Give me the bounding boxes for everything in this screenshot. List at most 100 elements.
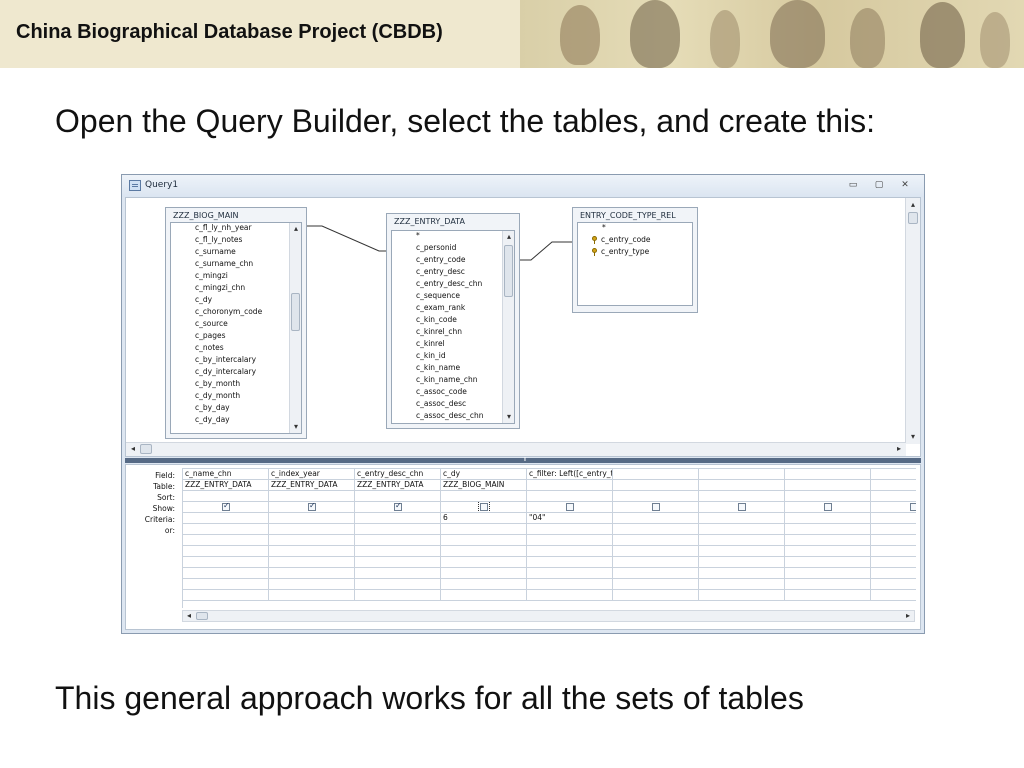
grid-cell-empty[interactable] (441, 546, 527, 557)
grid-cell-empty[interactable] (355, 568, 441, 579)
grid-cell-empty[interactable] (527, 557, 613, 568)
grid-cell-show[interactable] (785, 502, 871, 513)
field-item[interactable]: c_surname_chn (195, 259, 253, 269)
grid-cell-show[interactable] (613, 502, 699, 513)
grid-cell-empty[interactable] (441, 535, 527, 546)
grid-cell-table[interactable]: ZZZ_ENTRY_DATA (355, 480, 441, 491)
grid-horizontal-scrollbar[interactable]: ◂ ▸ (182, 610, 915, 622)
maximize-button[interactable]: ▢ (872, 179, 886, 191)
field-item-key[interactable]: c_entry_code (592, 235, 651, 245)
grid-cell-show[interactable] (699, 502, 785, 513)
grid-cell-criteria[interactable]: 6 (441, 513, 527, 524)
grid-cell-or[interactable] (613, 524, 699, 535)
scroll-up-arrow[interactable]: ▴ (503, 231, 514, 243)
grid-cell-empty[interactable] (871, 546, 916, 557)
field-list[interactable]: * c_entry_code c_entry_type (577, 222, 693, 306)
field-list-scrollbar[interactable]: ▴ ▾ (289, 223, 301, 433)
grid-cell-criteria[interactable] (183, 513, 269, 524)
field-item[interactable]: c_by_month (195, 379, 240, 389)
grid-cell-table[interactable] (871, 480, 916, 491)
grid-cell-field[interactable] (699, 469, 785, 480)
grid-cell-empty[interactable] (355, 546, 441, 557)
grid-cell-empty[interactable] (613, 535, 699, 546)
table-zzz-biog-main[interactable]: ZZZ_BIOG_MAIN c_fl_ly_nh_year c_fl_ly_no… (165, 207, 307, 439)
grid-cell-empty[interactable] (441, 579, 527, 590)
grid-cell-empty[interactable] (871, 590, 916, 601)
grid-cell-sort[interactable] (355, 491, 441, 502)
grid-cell-empty[interactable] (355, 579, 441, 590)
table-diagram-pane[interactable]: ZZZ_BIOG_MAIN c_fl_ly_nh_year c_fl_ly_no… (125, 197, 921, 457)
scroll-thumb[interactable] (140, 444, 152, 454)
show-checkbox[interactable] (566, 503, 574, 511)
grid-cell-empty[interactable] (183, 535, 269, 546)
grid-cell-table[interactable] (527, 480, 613, 491)
field-item[interactable]: c_exam_rank (416, 303, 465, 313)
grid-cell-sort[interactable] (441, 491, 527, 502)
table-entry-code-type-rel[interactable]: ENTRY_CODE_TYPE_REL * c_entry_code c_ent… (572, 207, 698, 313)
grid-cell-field[interactable] (871, 469, 916, 480)
field-item[interactable]: c_entry_desc_chn (416, 279, 482, 289)
field-item-key[interactable]: c_entry_type (592, 247, 649, 257)
grid-cell-empty[interactable] (355, 557, 441, 568)
scroll-left-arrow[interactable]: ◂ (183, 610, 195, 622)
scroll-right-arrow[interactable]: ▸ (902, 610, 914, 622)
grid-cell-empty[interactable] (699, 546, 785, 557)
grid-cell-empty[interactable] (183, 579, 269, 590)
grid-cell-field[interactable]: c_name_chn (183, 469, 269, 480)
grid-cell-or[interactable] (699, 524, 785, 535)
field-item[interactable]: c_kin_code (416, 315, 457, 325)
field-item[interactable]: c_source (195, 319, 228, 329)
grid-cell-empty[interactable] (785, 568, 871, 579)
grid-cell-or[interactable] (527, 524, 613, 535)
grid-cell-field[interactable]: c_entry_desc_chn (355, 469, 441, 480)
grid-cell-sort[interactable] (183, 491, 269, 502)
field-item[interactable]: c_by_intercalary (195, 355, 256, 365)
grid-cell-empty[interactable] (269, 557, 355, 568)
grid-cell-empty[interactable] (785, 535, 871, 546)
grid-cell-criteria[interactable] (269, 513, 355, 524)
scroll-thumb[interactable] (908, 212, 918, 224)
field-item[interactable]: c_fl_ly_notes (195, 235, 242, 245)
grid-cell-empty[interactable] (613, 546, 699, 557)
grid-cell-empty[interactable] (871, 535, 916, 546)
grid-cell-empty[interactable] (269, 579, 355, 590)
grid-cell-criteria[interactable] (613, 513, 699, 524)
grid-cell-empty[interactable] (785, 590, 871, 601)
grid-cell-or[interactable] (871, 524, 916, 535)
grid-cell-or[interactable] (183, 524, 269, 535)
grid-cell-field[interactable]: c_filter: Left([c_entry_t (527, 469, 613, 480)
field-item[interactable]: c_kinrel (416, 339, 445, 349)
field-item[interactable]: c_fl_ly_nh_year (195, 223, 252, 233)
grid-cell-table[interactable]: ZZZ_ENTRY_DATA (269, 480, 355, 491)
scroll-thumb[interactable] (196, 612, 208, 620)
field-item[interactable]: c_assoc_desc_chn (416, 411, 484, 421)
grid-cell-empty[interactable] (699, 557, 785, 568)
grid-cell-sort[interactable] (613, 491, 699, 502)
field-item[interactable]: * (602, 223, 606, 233)
scroll-up-arrow[interactable]: ▴ (907, 199, 919, 211)
show-checkbox[interactable] (394, 502, 402, 511)
grid-cell-empty[interactable] (355, 590, 441, 601)
grid-cell-empty[interactable] (441, 557, 527, 568)
grid-cell-empty[interactable] (527, 568, 613, 579)
grid-cell-empty[interactable] (441, 568, 527, 579)
grid-cell-empty[interactable] (699, 590, 785, 601)
field-item[interactable]: c_pages (195, 331, 226, 341)
show-checkbox[interactable] (308, 502, 316, 511)
field-list[interactable]: c_fl_ly_nh_year c_fl_ly_notes c_surname … (170, 222, 302, 434)
show-checkbox[interactable] (824, 503, 832, 511)
grid-cell-show[interactable] (527, 502, 613, 513)
grid-cell-empty[interactable] (269, 590, 355, 601)
pane-splitter[interactable]: ⦀ (125, 458, 921, 463)
grid-cell-table[interactable] (785, 480, 871, 491)
field-item[interactable]: c_surname (195, 247, 236, 257)
grid-cell-empty[interactable] (613, 579, 699, 590)
field-item[interactable]: c_kin_name (416, 363, 460, 373)
field-item[interactable]: c_dy (195, 295, 212, 305)
grid-cell-sort[interactable] (527, 491, 613, 502)
grid-cell-empty[interactable] (527, 546, 613, 557)
grid-cell-empty[interactable] (613, 590, 699, 601)
field-list-scrollbar[interactable]: ▴ ▾ (502, 231, 514, 423)
grid-cell-show[interactable] (269, 502, 355, 513)
grid-cell-empty[interactable] (871, 557, 916, 568)
